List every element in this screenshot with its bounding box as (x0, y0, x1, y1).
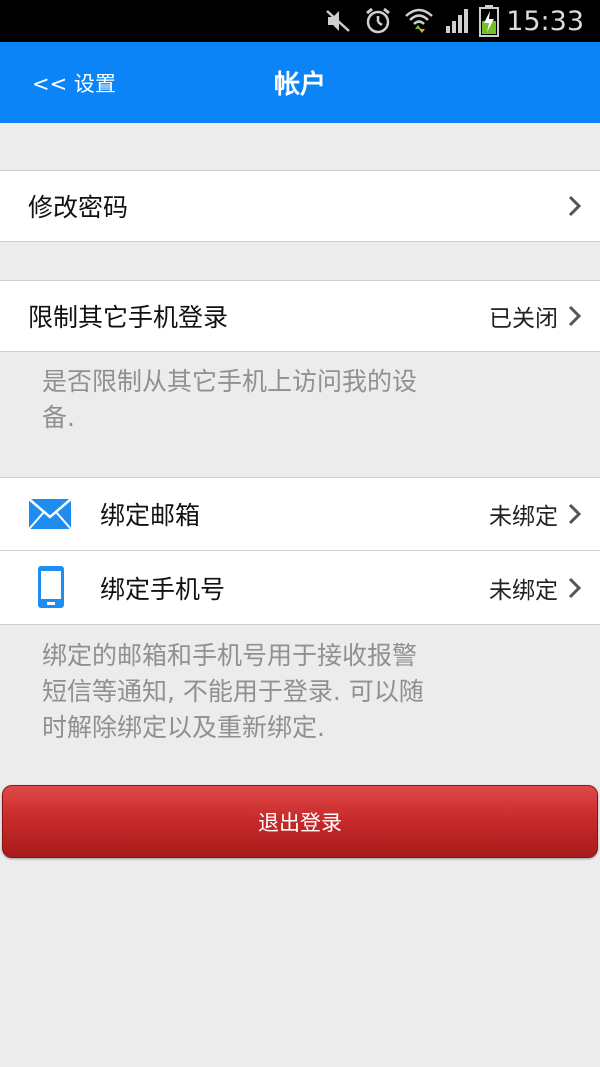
nav-bar: << 设置 帐户 (0, 42, 600, 123)
bind-phone-label: 绑定手机号 (100, 574, 226, 604)
restrict-login-description: 是否限制从其它手机上访问我的设 备. (42, 364, 512, 436)
chevron-right-icon (566, 501, 584, 527)
change-password-label: 修改密码 (28, 193, 129, 222)
description-line: 绑定的邮箱和手机号用于接收报警 (42, 641, 418, 670)
signal-icon (442, 0, 472, 42)
chevron-right-icon (566, 303, 584, 329)
change-password-row[interactable]: 修改密码 (0, 170, 600, 242)
restrict-login-label: 限制其它手机登录 (28, 303, 229, 332)
description-line: 短信等通知, 不能用于登录. 可以随 (42, 677, 424, 706)
logout-button[interactable]: 退出登录 (2, 785, 598, 858)
wifi-icon (402, 0, 436, 42)
description-line: 时解除绑定以及重新绑定. (42, 713, 325, 742)
phone-icon (37, 565, 65, 613)
bind-phone-row[interactable]: 绑定手机号 未绑定 (0, 550, 600, 625)
battery-charging-icon (476, 0, 502, 42)
restrict-login-row[interactable]: 限制其它手机登录 已关闭 (0, 280, 600, 352)
status-clock: 15:33 (506, 5, 584, 37)
description-line: 备. (42, 403, 75, 432)
description-line: 是否限制从其它手机上访问我的设 (42, 367, 418, 396)
chevron-right-icon (566, 575, 584, 601)
bind-phone-status: 未绑定 (489, 577, 558, 604)
bind-email-label: 绑定邮箱 (100, 501, 201, 530)
page-title: 帐户 (273, 70, 326, 100)
mute-icon (322, 0, 354, 42)
alarm-icon (362, 0, 394, 42)
status-bar: 15:33 (0, 0, 600, 42)
bind-description: 绑定的邮箱和手机号用于接收报警 短信等通知, 不能用于登录. 可以随 时解除绑定… (42, 638, 512, 746)
chevron-right-icon (566, 193, 584, 219)
mail-icon (28, 498, 72, 534)
bind-email-row[interactable]: 绑定邮箱 未绑定 (0, 477, 600, 551)
bind-email-status: 未绑定 (489, 504, 558, 530)
restrict-login-status: 已关闭 (489, 306, 558, 332)
